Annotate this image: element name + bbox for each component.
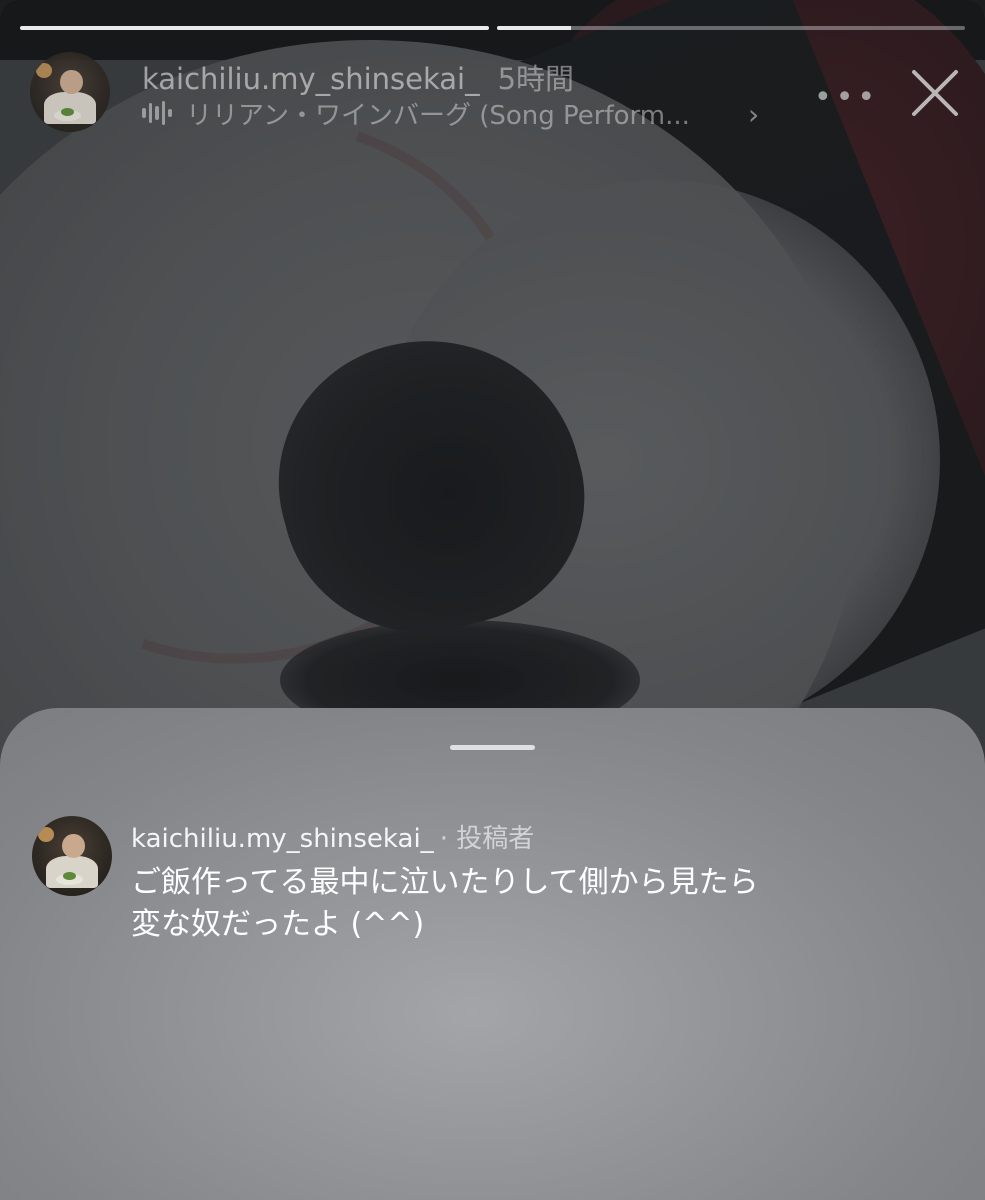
- drag-handle[interactable]: [450, 745, 535, 750]
- progress-segment: [20, 26, 489, 30]
- progress-fill: [496, 26, 572, 30]
- comment-header: kaichiliu.my_shinsekai_ · 投稿者: [131, 818, 534, 855]
- more-options-icon[interactable]: •••: [814, 80, 879, 115]
- progress-fill: [20, 26, 489, 30]
- story-username[interactable]: kaichiliu.my_shinsekai_: [142, 62, 480, 96]
- progress-segment: [496, 26, 965, 30]
- chevron-right-icon[interactable]: ›: [748, 98, 759, 131]
- story-avatar[interactable]: [30, 52, 110, 132]
- music-sticker[interactable]: リリアン・ワインバーグ (Song Perform...: [142, 97, 690, 131]
- close-icon[interactable]: [908, 66, 962, 120]
- author-badge: · 投稿者: [439, 824, 535, 854]
- comment-line: ご飯作ってる最中に泣いたりして側から見たら: [131, 865, 759, 900]
- comment-sheet[interactable]: kaichiliu.my_shinsekai_ · 投稿者 ご飯作ってる最中に泣い…: [0, 708, 985, 1200]
- music-label: リリアン・ワインバーグ (Song Perform...: [186, 100, 690, 131]
- story-progress: [20, 26, 965, 30]
- comment-line: 変な奴だったよ (^^): [131, 907, 425, 942]
- comment-avatar[interactable]: [32, 816, 112, 896]
- comment-text: ご飯作ってる最中に泣いたりして側から見たら 変な奴だったよ (^^): [131, 862, 891, 946]
- comment-username[interactable]: kaichiliu.my_shinsekai_: [131, 824, 434, 854]
- story-time: 5時間: [497, 62, 575, 96]
- music-wave-icon: [142, 100, 172, 126]
- story-header[interactable]: kaichiliu.my_shinsekai_ 5時間: [142, 56, 574, 98]
